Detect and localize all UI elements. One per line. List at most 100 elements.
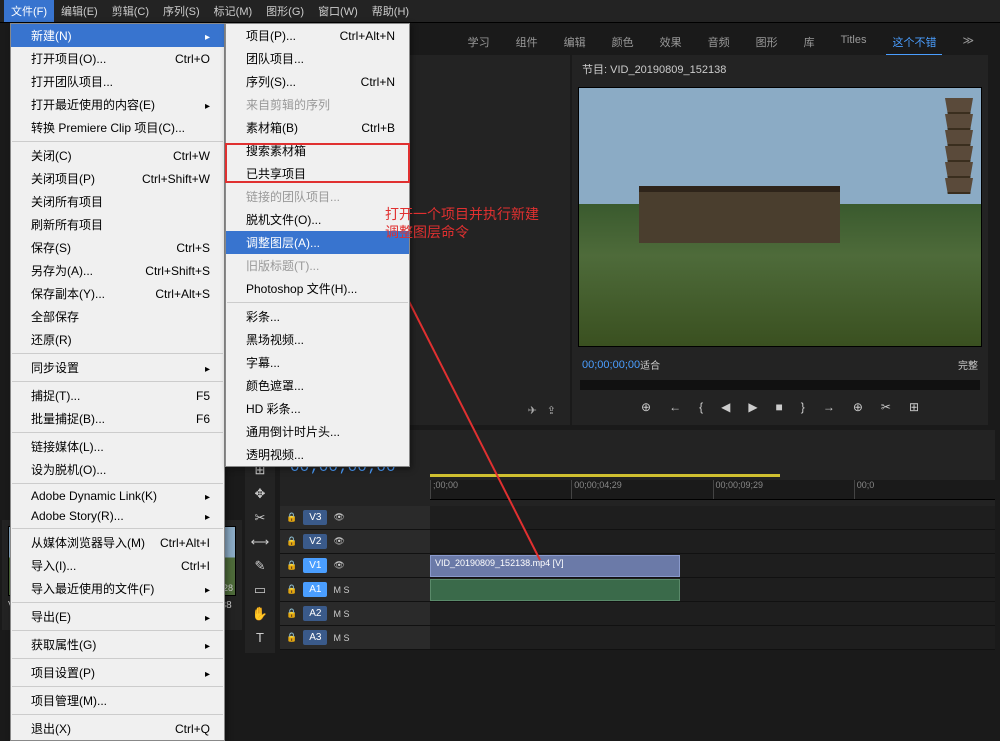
menu-item[interactable]: 同步设置 [11, 356, 224, 379]
transport-button[interactable]: } [801, 400, 805, 414]
menu-item[interactable]: HD 彩条... [226, 397, 409, 420]
track-body[interactable] [430, 602, 995, 625]
track-toggle[interactable]: M S [333, 633, 349, 643]
menu-item[interactable]: 保存副本(Y)...Ctrl+Alt+S [11, 282, 224, 305]
time-ruler[interactable]: ;00;0000;00;04;2900;00;09;2900;0 [430, 480, 995, 500]
menu-item[interactable]: 全部保存 [11, 305, 224, 328]
workspace-tab[interactable]: 音频 [702, 30, 736, 56]
program-timecode[interactable]: 00;00;00;00 [582, 359, 640, 371]
track-header[interactable]: 🔒A2M S [280, 602, 430, 625]
menu-item[interactable]: 导入最近使用的文件(F) [11, 577, 224, 600]
menu-item[interactable]: 关闭所有项目 [11, 190, 224, 213]
menu-item[interactable]: 通用倒计时片头... [226, 420, 409, 443]
tool-button[interactable]: ⟷ [249, 534, 271, 550]
timeline-clip[interactable]: VID_20190809_152138.mp4 [V] [430, 555, 680, 577]
track-header[interactable]: 🔒 A3 M S [280, 626, 430, 649]
transport-button[interactable]: ■ [776, 400, 783, 414]
lock-icon[interactable]: 🔒 [286, 512, 297, 523]
menu-item[interactable]: Adobe Dynamic Link(K) [11, 486, 224, 506]
lock-icon[interactable]: 🔒 [286, 584, 297, 595]
lock-icon[interactable]: 🔒 [286, 560, 297, 571]
track-label[interactable]: V1 [303, 558, 327, 573]
menu-item[interactable]: 项目管理(M)... [11, 689, 224, 712]
track-label[interactable]: A3 [303, 630, 327, 645]
menu-item[interactable]: 打开团队项目... [11, 70, 224, 93]
track-toggle[interactable]: 👁 [333, 512, 344, 523]
menu-item[interactable]: 保存(S)Ctrl+S [11, 236, 224, 259]
menu-item[interactable]: 素材箱(B)Ctrl+B [226, 116, 409, 139]
transport-button[interactable]: → [823, 400, 835, 414]
program-scrubber[interactable] [580, 380, 980, 390]
menu-0[interactable]: 文件(F) [4, 0, 54, 22]
workspace-tab[interactable]: 这个不错 [886, 30, 942, 56]
lock-icon[interactable]: 🔒 [286, 632, 297, 643]
program-monitor[interactable] [578, 87, 982, 347]
workspace-tab[interactable]: 编辑 [558, 30, 592, 56]
track-label[interactable]: A1 [303, 582, 327, 597]
workspace-tab[interactable]: 图形 [750, 30, 784, 56]
workspace-tab[interactable]: 颜色 [606, 30, 640, 56]
track-body[interactable] [430, 578, 995, 601]
menu-5[interactable]: 图形(G) [259, 0, 311, 22]
transport-button[interactable]: ✂ [881, 400, 891, 414]
transport-button[interactable]: ⊕ [853, 400, 863, 414]
menu-item[interactable]: 另存为(A)...Ctrl+Shift+S [11, 259, 224, 282]
menu-item[interactable]: 颜色遮罩... [226, 374, 409, 397]
track-body[interactable] [430, 506, 995, 529]
workspace-tab[interactable]: 效果 [654, 30, 688, 56]
track-label[interactable]: V3 [303, 510, 327, 525]
track-body[interactable]: VID_20190809_152138.mp4 [V] [430, 554, 995, 577]
fit-dropdown[interactable]: 适合 [640, 357, 660, 372]
menu-item[interactable]: Adobe Story(R)... [11, 506, 224, 526]
menu-6[interactable]: 窗口(W) [311, 0, 365, 22]
menu-item[interactable]: 捕捉(T)...F5 [11, 384, 224, 407]
menu-item[interactable]: 项目设置(P) [11, 661, 224, 684]
export-frame-icon[interactable]: ✈ [528, 404, 537, 417]
track-toggle[interactable]: 👁 [333, 560, 344, 571]
transport-button[interactable]: { [699, 400, 703, 414]
menu-item[interactable]: 关闭(C)Ctrl+W [11, 144, 224, 167]
menu-item[interactable]: 新建(N) [11, 24, 224, 47]
timeline-clip[interactable] [430, 579, 680, 601]
lock-icon[interactable]: 🔒 [286, 608, 297, 619]
track-header[interactable]: 🔒 V3 👁 [280, 506, 430, 529]
menu-item[interactable]: 链接的团队项目... [226, 185, 409, 208]
menu-item[interactable]: 设为脱机(O)... [11, 458, 224, 481]
menu-item[interactable]: 已共享项目 [226, 162, 409, 185]
tool-button[interactable]: ✎ [249, 558, 271, 574]
menu-item[interactable]: 旧版标题(T)... [226, 254, 409, 277]
tool-button[interactable]: ✂ [249, 510, 271, 526]
transport-button[interactable]: ← [669, 400, 681, 414]
workspace-tab[interactable]: 组件 [510, 30, 544, 56]
menu-3[interactable]: 序列(S) [156, 0, 207, 22]
menu-item[interactable]: 批量捕捉(B)...F6 [11, 407, 224, 430]
menu-item[interactable]: 关闭项目(P)Ctrl+Shift+W [11, 167, 224, 190]
menu-item[interactable]: 获取属性(G) [11, 633, 224, 656]
menu-item[interactable]: 转换 Premiere Clip 项目(C)... [11, 116, 224, 139]
track-body[interactable] [430, 626, 995, 649]
zoom-dropdown[interactable]: 完整 [958, 357, 978, 372]
menu-item[interactable]: 透明视频... [226, 443, 409, 466]
menu-item[interactable]: 链接媒体(L)... [11, 435, 224, 458]
tool-button[interactable]: ✥ [249, 486, 271, 502]
transport-button[interactable]: ⊞ [909, 400, 919, 414]
track-header[interactable]: 🔒 V1 👁 [280, 554, 430, 577]
menu-item[interactable]: 来自剪辑的序列 [226, 93, 409, 116]
menu-item[interactable]: 打开最近使用的内容(E) [11, 93, 224, 116]
menu-item[interactable]: 团队项目... [226, 47, 409, 70]
track-header[interactable]: 🔒V2👁 [280, 530, 430, 553]
track-header[interactable]: 🔒 A1 M S [280, 578, 430, 601]
menu-item[interactable]: 字幕... [226, 351, 409, 374]
menu-item[interactable]: 刷新所有项目 [11, 213, 224, 236]
menu-item[interactable]: 还原(R) [11, 328, 224, 351]
menu-1[interactable]: 编辑(E) [54, 0, 105, 22]
menu-7[interactable]: 帮助(H) [365, 0, 416, 22]
transport-button[interactable]: ▶ [748, 400, 757, 414]
track-toggle[interactable]: M S [333, 585, 349, 595]
track-toggle[interactable]: M S [333, 609, 349, 619]
tool-button[interactable]: T [249, 630, 271, 645]
tool-button[interactable]: ✋ [249, 606, 271, 622]
transport-button[interactable]: ◀ [721, 400, 730, 414]
lock-icon[interactable]: 🔒 [286, 536, 297, 547]
track-toggle[interactable]: 👁 [333, 536, 344, 547]
